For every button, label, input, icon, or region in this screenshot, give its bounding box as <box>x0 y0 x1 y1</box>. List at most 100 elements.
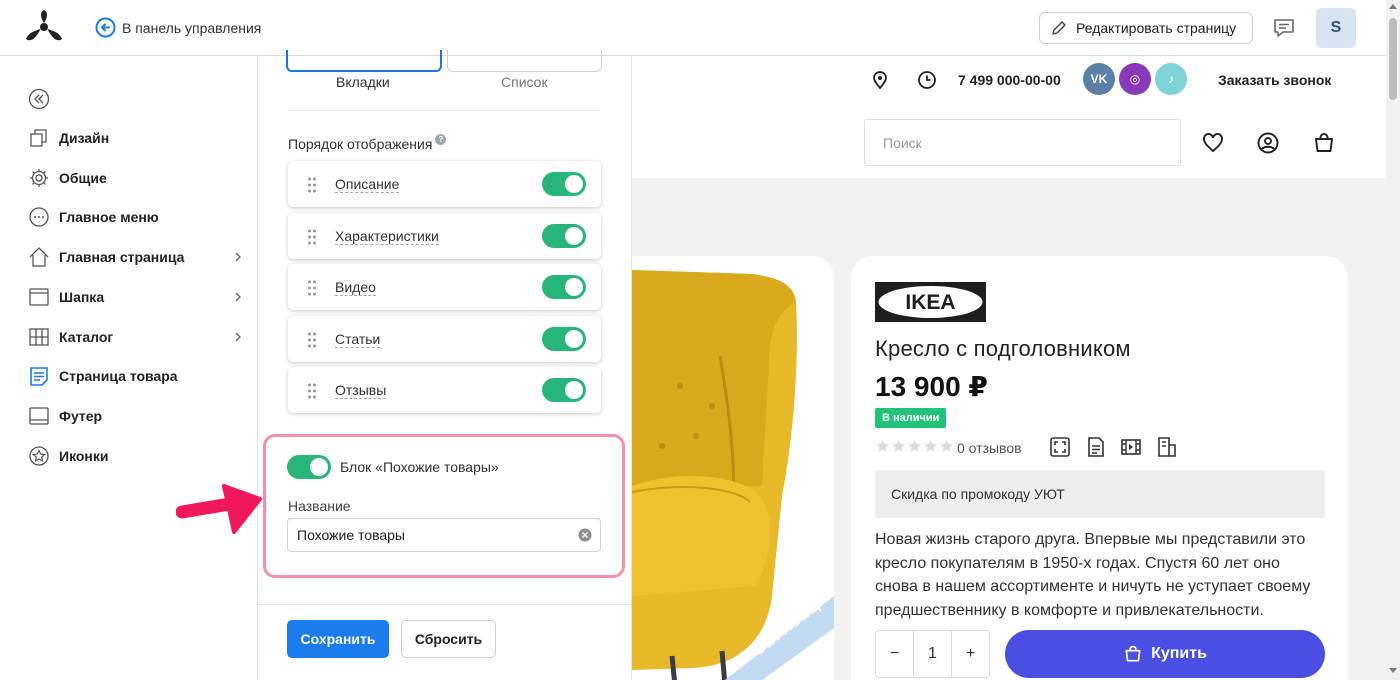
reset-button[interactable]: Сбросить <box>401 620 496 658</box>
quantity-stepper[interactable]: − 1 + <box>875 630 990 678</box>
avatar[interactable]: S <box>1316 8 1356 48</box>
display-order-title: Порядок отображения ? <box>288 134 447 152</box>
sidebar-item-design[interactable]: Дизайн <box>28 126 250 150</box>
cart-icon[interactable] <box>1312 131 1336 155</box>
scroll-thumb[interactable] <box>1389 18 1397 100</box>
buy-button-label: Купить <box>1151 645 1207 662</box>
view-option-tabs-label[interactable]: Вкладки <box>336 74 390 90</box>
product-description: Новая жизнь старого друга. Впервые мы пр… <box>875 531 1311 619</box>
articles-toggle[interactable] <box>542 327 586 351</box>
sidebar-item-catalog[interactable]: Каталог <box>28 325 250 349</box>
location-pin-icon[interactable] <box>870 70 890 90</box>
back-arrow-circle-icon <box>95 17 116 38</box>
product-info-card: IKEA Кресло с подголовником 13 900 ₽ В н… <box>851 256 1348 680</box>
vk-icon[interactable]: VK <box>1083 63 1115 95</box>
sidebar-item-product-page[interactable]: Страница товара <box>28 364 250 388</box>
order-row-description[interactable]: Описание <box>288 161 601 207</box>
scroll-down-icon[interactable] <box>1389 668 1397 673</box>
store-search-input[interactable]: Поиск <box>864 119 1181 166</box>
sidebar-item-label: Каталог <box>59 329 114 345</box>
sidebar-item-label: Иконки <box>59 448 109 464</box>
callback-link[interactable]: Заказать звонок <box>1218 72 1331 88</box>
buy-button[interactable]: Купить <box>1005 630 1325 678</box>
similar-products-toggle[interactable] <box>287 455 331 479</box>
scroll-up-icon[interactable] <box>1389 4 1397 9</box>
order-row-label[interactable]: Описание <box>335 176 400 193</box>
sidebar-item-icons[interactable]: Иконки <box>28 444 250 468</box>
order-row-label[interactable]: Отзывы <box>335 382 387 399</box>
sidebar-item-label: Футер <box>59 408 103 424</box>
video-icon[interactable] <box>1120 436 1142 458</box>
brand-name: IKEA <box>905 291 955 314</box>
video-toggle[interactable] <box>542 275 586 299</box>
toggle-knob <box>565 227 583 245</box>
view-option-list-card[interactable] <box>447 50 602 72</box>
sidebar-item-footer[interactable]: Футер <box>28 404 250 428</box>
specs-toggle[interactable] <box>542 224 586 248</box>
tiktok-icon[interactable]: ♪ <box>1155 63 1187 95</box>
drag-handle-icon[interactable] <box>307 177 317 193</box>
sidebar-item-general[interactable]: Общие <box>28 166 250 190</box>
order-row-label[interactable]: Статьи <box>335 331 381 348</box>
view-option-tabs-card[interactable] <box>286 50 442 72</box>
divider <box>288 110 600 111</box>
fullscreen-icon[interactable] <box>1049 436 1071 458</box>
instagram-icon[interactable]: ◎ <box>1119 63 1151 95</box>
home-icon <box>29 247 49 267</box>
order-row-articles[interactable]: Статьи <box>288 316 601 362</box>
decrease-button[interactable]: − <box>876 645 913 663</box>
product-image-card[interactable]: ОБРАЗЕЦ <box>632 256 834 680</box>
user-icon[interactable] <box>1256 131 1280 155</box>
reviews-count[interactable]: 0 отзывов <box>957 440 1022 456</box>
description-toggle[interactable] <box>542 172 586 196</box>
drag-handle-icon[interactable] <box>307 383 317 399</box>
chevron-right-icon <box>235 332 241 342</box>
block-name-input[interactable] <box>287 518 601 552</box>
article-icon[interactable] <box>1156 436 1178 458</box>
stock-badge: В наличии <box>875 408 947 428</box>
toggle-knob <box>310 458 328 476</box>
drag-handle-icon[interactable] <box>307 280 317 296</box>
display-order-label: Порядок отображения <box>288 136 433 152</box>
order-row-specs[interactable]: Характеристики <box>288 213 601 259</box>
block-name-label: Название <box>288 498 351 514</box>
reviews-toggle[interactable] <box>542 378 586 402</box>
document-icon[interactable] <box>1085 436 1107 458</box>
chat-icon[interactable] <box>1272 16 1296 40</box>
chevron-right-icon <box>235 252 241 262</box>
app-logo[interactable] <box>24 9 64 45</box>
collapse-sidebar-icon[interactable] <box>28 88 50 110</box>
rating-stars[interactable] <box>875 439 954 454</box>
page-scrollbar[interactable] <box>1386 0 1400 680</box>
star-icon <box>908 440 921 452</box>
sidebar-item-home-page[interactable]: Главная страница <box>28 245 250 269</box>
back-to-dashboard-link[interactable]: В панель управления <box>95 17 261 38</box>
quantity-value[interactable]: 1 <box>913 631 952 677</box>
pencil-icon <box>1052 21 1066 35</box>
sidebar-item-header[interactable]: Шапка <box>28 285 250 309</box>
heart-icon[interactable] <box>1201 131 1225 155</box>
star-icon <box>924 440 937 452</box>
save-button[interactable]: Сохранить <box>287 620 389 658</box>
order-row-video[interactable]: Видео <box>288 264 601 310</box>
divider <box>258 604 632 605</box>
order-row-label[interactable]: Характеристики <box>335 228 439 245</box>
drag-handle-icon[interactable] <box>307 332 317 348</box>
phone-number[interactable]: 7 499 000-00-00 <box>958 72 1061 88</box>
clear-input-icon[interactable] <box>578 528 592 542</box>
drag-handle-icon[interactable] <box>307 229 317 245</box>
clock-icon[interactable] <box>917 70 937 90</box>
sidebar-item-label: Страница товара <box>59 368 178 384</box>
increase-button[interactable]: + <box>952 645 989 663</box>
order-row-label[interactable]: Видео <box>335 279 376 296</box>
toggle-knob <box>565 278 583 296</box>
order-row-reviews[interactable]: Отзывы <box>288 367 601 413</box>
help-icon[interactable]: ? <box>435 134 447 145</box>
sidebar-item-label: Главное меню <box>59 209 159 225</box>
view-option-list-label[interactable]: Список <box>501 74 548 90</box>
copy-icon <box>30 129 47 147</box>
header-layout-icon <box>29 288 49 306</box>
sidebar-item-main-menu[interactable]: Главное меню <box>28 205 250 229</box>
similar-products-label: Блок «Похожие товары» <box>340 459 499 475</box>
edit-page-button[interactable]: Редактировать страницу <box>1039 12 1253 44</box>
